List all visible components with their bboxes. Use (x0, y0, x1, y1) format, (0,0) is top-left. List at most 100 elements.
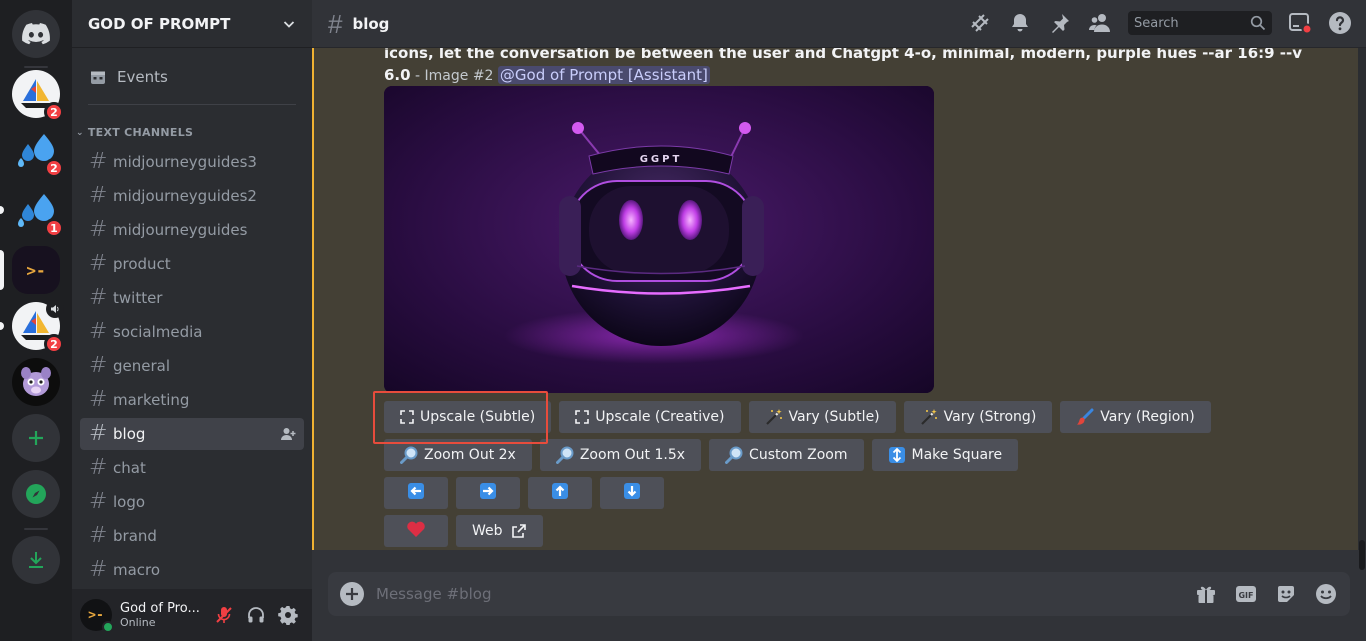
channel-macro[interactable]: # macro (80, 554, 304, 586)
channel-name: general (113, 357, 171, 375)
channel-midjourneyguides[interactable]: # midjourneyguides (80, 214, 304, 246)
pan-left-button[interactable] (384, 477, 448, 509)
arrow-down-icon (623, 482, 641, 504)
member-list-button[interactable] (1088, 11, 1112, 35)
favorite-button[interactable] (384, 515, 448, 547)
server-god-of-prompt[interactable]: >- (12, 246, 60, 294)
channel-socialmedia[interactable]: # socialmedia (80, 316, 304, 348)
channel-brand[interactable]: # brand (80, 520, 304, 552)
hash-icon: # (328, 8, 343, 39)
home-button[interactable] (12, 10, 60, 58)
magnifier-icon (725, 446, 743, 464)
pan-down-button[interactable] (600, 477, 664, 509)
message-input[interactable] (376, 585, 1178, 603)
vary-strong-button[interactable]: Vary (Strong) (903, 401, 1053, 433)
upscale-subtle-button[interactable]: Upscale (Subtle) (384, 401, 552, 433)
custom-zoom-button[interactable]: Custom Zoom (709, 439, 864, 471)
calendar-icon (91, 71, 105, 84)
channel-twitter[interactable]: # twitter (80, 282, 304, 314)
magnifier-icon (400, 446, 418, 464)
emoji-button[interactable] (1314, 582, 1338, 606)
gif-button[interactable]: GIF (1234, 582, 1258, 606)
search-input[interactable]: Search (1128, 11, 1272, 35)
channel-blog[interactable]: # blog (80, 418, 304, 450)
add-attachment-button[interactable] (340, 582, 364, 606)
deafen-button[interactable] (240, 599, 272, 631)
button-label: Upscale (Subtle) (420, 409, 536, 425)
vary-subtle-button[interactable]: Vary (Subtle) (748, 401, 896, 433)
download-apps-button[interactable] (12, 536, 60, 584)
hash-icon: # (89, 251, 108, 276)
hash-icon: # (89, 217, 108, 242)
channel-midjourneyguides3[interactable]: # midjourneyguides3 (80, 146, 304, 178)
scrollbar-track[interactable] (1358, 48, 1366, 550)
hash-icon: # (89, 183, 108, 208)
notifications-button[interactable] (1008, 11, 1032, 35)
events-link[interactable]: Events (80, 62, 304, 92)
plus-icon (29, 431, 43, 445)
channel-name: midjourneyguides2 (113, 187, 257, 205)
add-server-button[interactable] (12, 414, 60, 462)
category-text-channels[interactable]: ⌄ TEXT CHANNELS (76, 126, 193, 139)
server-sailboat-2[interactable]: 2 (12, 300, 64, 354)
zoom-out-1-5x-button[interactable]: Zoom Out 1.5x (539, 439, 702, 471)
gift-button[interactable] (1194, 582, 1218, 606)
guild-header[interactable]: GOD OF PROMPT (72, 0, 312, 48)
avatar[interactable]: >- (80, 599, 114, 633)
add-member-icon[interactable] (280, 426, 296, 446)
channel-general[interactable]: # general (80, 350, 304, 382)
channel-logo[interactable]: # logo (80, 486, 304, 518)
upscale-creative-button[interactable]: Upscale (Creative) (559, 401, 741, 433)
channel-name: chat (113, 459, 146, 477)
gear-icon (278, 606, 298, 625)
mute-button[interactable] (208, 599, 240, 631)
channel-name: product (113, 255, 171, 273)
expand-icon (575, 410, 590, 424)
button-label: Vary (Region) (1100, 409, 1195, 425)
make-square-button[interactable]: Make Square (871, 439, 1019, 471)
inbox-button[interactable] (1288, 11, 1312, 35)
channel-midjourneyguides2[interactable]: # midjourneyguides2 (80, 180, 304, 212)
pan-right-button[interactable] (456, 477, 520, 509)
magnifier-icon (555, 446, 574, 464)
threads-icon (971, 14, 989, 32)
server-droplets[interactable]: 2 (12, 126, 64, 178)
channel-chat[interactable]: # chat (80, 452, 304, 484)
hash-icon: # (89, 421, 108, 446)
svg-text:GIF: GIF (1238, 591, 1253, 600)
guild-name: GOD OF PROMPT (88, 14, 231, 33)
hash-icon: # (89, 455, 108, 480)
pinned-messages-button[interactable] (1048, 11, 1072, 35)
settings-button[interactable] (272, 599, 304, 631)
user-info[interactable]: God of Pro... Online (120, 601, 206, 629)
server-label: >- (26, 260, 46, 280)
help-button[interactable] (1328, 11, 1352, 35)
button-label: Make Square (911, 447, 1003, 463)
generated-image[interactable]: GGPT (384, 86, 934, 393)
message-highlighted: icons, let the conversation be between t… (312, 48, 1358, 550)
server-droplets-2[interactable]: 1 (12, 186, 64, 238)
discover-button[interactable] (12, 470, 60, 518)
message-composer: GIF (328, 572, 1350, 616)
username: God of Pro... (120, 601, 200, 616)
headphones-icon (248, 607, 264, 623)
zoom-out-2x-button[interactable]: Zoom Out 2x (384, 439, 532, 471)
user-mention[interactable]: @God of Prompt [Assistant] (497, 66, 710, 84)
channel-product[interactable]: # product (80, 248, 304, 280)
server-animal[interactable] (12, 358, 60, 406)
sticker-button[interactable] (1274, 582, 1298, 606)
vary-region-button[interactable]: Vary (Region) (1060, 401, 1211, 433)
pan-up-button[interactable] (528, 477, 592, 509)
button-row-extra: Web (384, 515, 551, 547)
server-sailboat[interactable]: 2 (12, 70, 64, 122)
animal-avatar-icon (21, 367, 51, 396)
download-icon (29, 552, 43, 568)
channel-name: twitter (113, 289, 163, 307)
unread-badge: 2 (44, 334, 64, 354)
scrollbar-thumb[interactable] (1359, 540, 1365, 570)
threads-button[interactable] (968, 11, 992, 35)
web-link-button[interactable]: Web (456, 515, 543, 547)
compass-icon (26, 484, 46, 504)
channel-marketing[interactable]: # marketing (80, 384, 304, 416)
gif-icon: GIF (1236, 586, 1256, 602)
